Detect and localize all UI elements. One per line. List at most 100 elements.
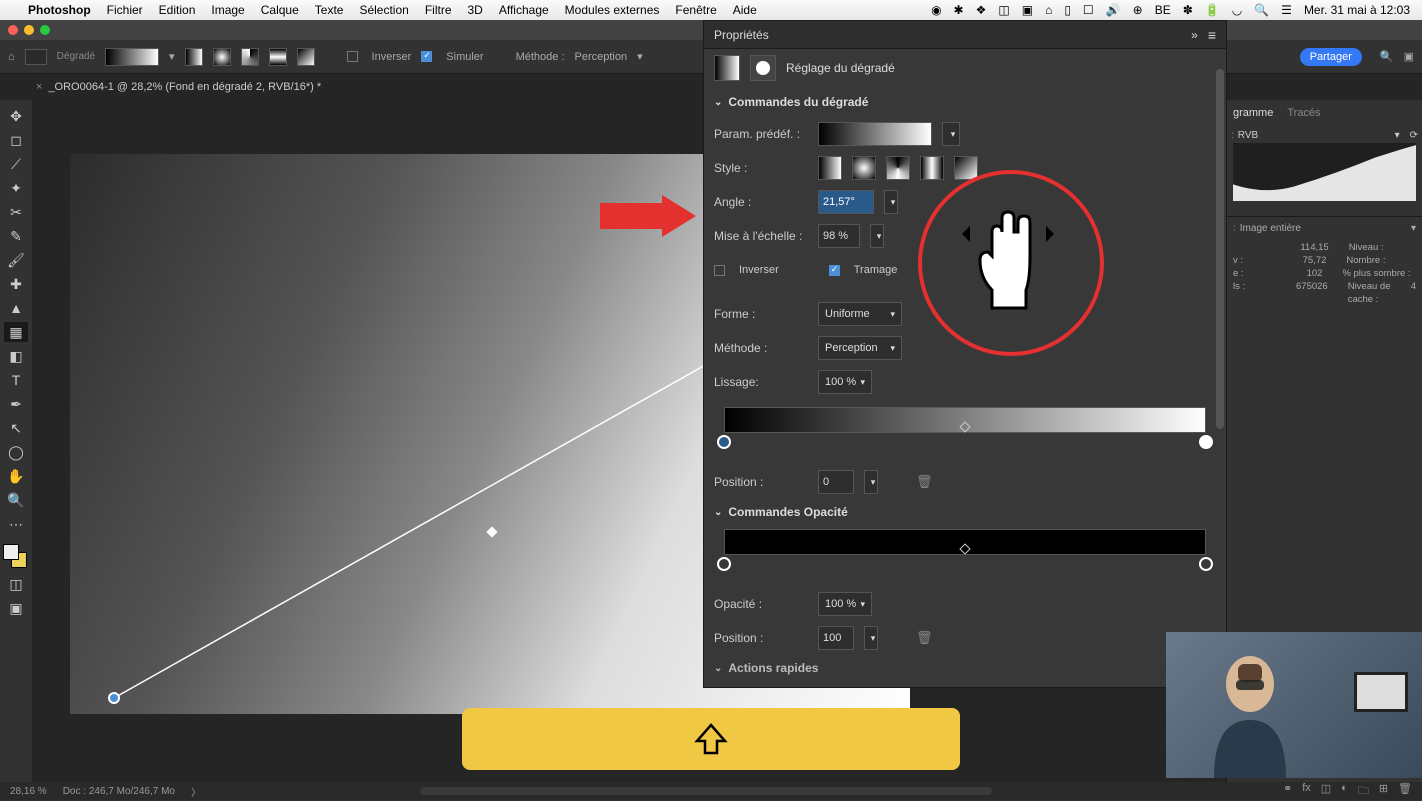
style-angle-button[interactable] (886, 156, 910, 180)
wand-tool[interactable]: ✦ (4, 178, 28, 198)
marquee-tool[interactable]: ◻ (4, 130, 28, 150)
status-icon[interactable]: ◉ (931, 3, 941, 17)
maximize-window-button[interactable] (40, 25, 50, 35)
inverser-checkbox[interactable] (347, 51, 358, 62)
scale-dropdown[interactable]: ▾ (870, 224, 884, 248)
color-stop-end[interactable] (1199, 435, 1213, 449)
preset-dropdown[interactable]: ▾ (942, 122, 960, 146)
position2-input[interactable] (818, 626, 854, 650)
menu-filtre[interactable]: Filtre (425, 3, 452, 17)
position-dropdown[interactable]: ▾ (864, 470, 878, 494)
delete-stop-icon[interactable]: 🗑 (916, 474, 933, 490)
tool-preset[interactable] (25, 49, 47, 65)
gradient-start-handle[interactable] (108, 692, 120, 704)
gradient-preview[interactable] (105, 48, 159, 66)
keyboard-icon[interactable]: BE (1155, 3, 1171, 17)
inverser-checkbox[interactable] (714, 265, 725, 276)
more-tool[interactable]: ⋯ (4, 514, 28, 534)
healing-tool[interactable]: ✚ (4, 274, 28, 294)
color-stop-start[interactable] (717, 435, 731, 449)
search-icon[interactable]: 🔍 (1380, 50, 1394, 63)
trash-icon[interactable]: 🗑 (1398, 782, 1412, 801)
workspace-icon[interactable]: ▣ (1404, 50, 1414, 63)
status-icon[interactable]: ⌂ (1045, 3, 1052, 17)
color-swatches[interactable] (3, 544, 29, 570)
angle-gradient-button[interactable] (241, 48, 259, 66)
section-quick-actions[interactable]: ⌄ Actions rapides (714, 661, 1216, 675)
histogram-tab[interactable]: gramme (1233, 107, 1273, 119)
menu-texte[interactable]: Texte (315, 3, 344, 17)
linear-gradient-button[interactable] (185, 48, 203, 66)
status-icon[interactable]: ✱ (954, 3, 964, 17)
close-tab-icon[interactable]: × (36, 81, 42, 93)
angle-dropdown[interactable]: ▾ (884, 190, 898, 214)
traces-tab[interactable]: Tracés (1287, 107, 1320, 119)
share-button[interactable]: Partager (1300, 48, 1362, 66)
position2-dropdown[interactable]: ▾ (864, 626, 878, 650)
status-icon[interactable]: ◫ (998, 3, 1009, 17)
opacity-stop-end[interactable] (1199, 557, 1213, 571)
scale-input[interactable] (818, 224, 860, 248)
gradient-opacity-editor[interactable] (714, 529, 1216, 575)
move-tool[interactable]: ✥ (4, 106, 28, 126)
screenmode-tool[interactable]: ▣ (4, 598, 28, 618)
mask-icon[interactable] (750, 55, 776, 81)
status-icon[interactable]: ☐ (1083, 3, 1094, 17)
fg-color-swatch[interactable] (3, 544, 19, 560)
section-opacity-controls[interactable]: ⌄ Commandes Opacité (714, 505, 1216, 519)
style-reflected-button[interactable] (920, 156, 944, 180)
menu-edition[interactable]: Edition (159, 3, 196, 17)
path-tool[interactable]: ↖ (4, 418, 28, 438)
zoom-level[interactable]: 28,16 % (10, 786, 47, 797)
new-layer-icon[interactable]: ⊞ (1379, 782, 1388, 801)
dropdown-caret-icon[interactable]: ▾ (169, 50, 175, 63)
link-icon[interactable]: ⚭ (1283, 782, 1292, 801)
simuler-checkbox[interactable] (421, 51, 432, 62)
horizontal-scrollbar[interactable] (420, 787, 992, 795)
dropdown-caret-icon[interactable]: ▾ (1411, 223, 1416, 234)
zoom-tool[interactable]: 🔍 (4, 490, 28, 510)
clock[interactable]: Mer. 31 mai à 12:03 (1304, 3, 1410, 17)
eraser-tool[interactable]: ◧ (4, 346, 28, 366)
section-gradient-controls[interactable]: ⌄ Commandes du dégradé (714, 95, 1216, 109)
position-input[interactable] (818, 470, 854, 494)
tramage-checkbox[interactable] (829, 265, 840, 276)
adjustment-icon[interactable]: ◐ (1341, 782, 1348, 801)
radial-gradient-button[interactable] (213, 48, 231, 66)
status-icon[interactable]: 🔊 (1106, 3, 1121, 17)
menu-aide[interactable]: Aide (733, 3, 757, 17)
status-icon[interactable]: ▣ (1022, 3, 1033, 17)
panel-scrollbar[interactable] (1216, 61, 1224, 621)
minimize-window-button[interactable] (24, 25, 34, 35)
mask-icon[interactable]: ◫ (1321, 782, 1331, 801)
reflected-gradient-button[interactable] (269, 48, 287, 66)
channel-select[interactable]: RVB (1238, 130, 1258, 141)
doc-size[interactable]: Doc : 246,7 Mo/246,7 Mo (63, 786, 175, 797)
stamp-tool[interactable]: ▲ (4, 298, 28, 318)
search-icon[interactable]: 🔍 (1254, 3, 1269, 17)
status-icon[interactable]: ⊕ (1133, 3, 1143, 17)
angle-input[interactable] (818, 190, 874, 214)
status-icon[interactable]: ▯ (1064, 3, 1071, 17)
dropdown-caret-icon[interactable]: ▾ (637, 50, 643, 63)
app-name[interactable]: Photoshop (28, 3, 91, 17)
document-tab[interactable]: × _ORO0064-1 @ 28,2% (Fond en dégradé 2,… (36, 81, 321, 93)
lissage-dropdown[interactable]: 100 %▾ (818, 370, 872, 394)
style-diamond-button[interactable] (954, 156, 978, 180)
style-linear-button[interactable] (818, 156, 842, 180)
forme-dropdown[interactable]: Uniforme▾ (818, 302, 902, 326)
battery-icon[interactable]: 🔋 (1205, 3, 1220, 17)
collapse-icon[interactable]: » (1191, 28, 1198, 42)
crop-tool[interactable]: ✂ (4, 202, 28, 222)
menu-selection[interactable]: Sélection (359, 3, 408, 17)
methode-dropdown[interactable]: Perception▾ (818, 336, 902, 360)
control-icon[interactable]: ☰ (1281, 3, 1292, 17)
quickmask-tool[interactable]: ◫ (4, 574, 28, 594)
delete-stop-icon[interactable]: 🗑 (916, 630, 933, 646)
opacite-dropdown[interactable]: 100 %▾ (818, 592, 872, 616)
methode-value[interactable]: Perception (575, 51, 628, 63)
menu-calque[interactable]: Calque (261, 3, 299, 17)
menu-3d[interactable]: 3D (468, 3, 483, 17)
wifi-icon[interactable]: ◡ (1232, 3, 1242, 17)
close-window-button[interactable] (8, 25, 18, 35)
